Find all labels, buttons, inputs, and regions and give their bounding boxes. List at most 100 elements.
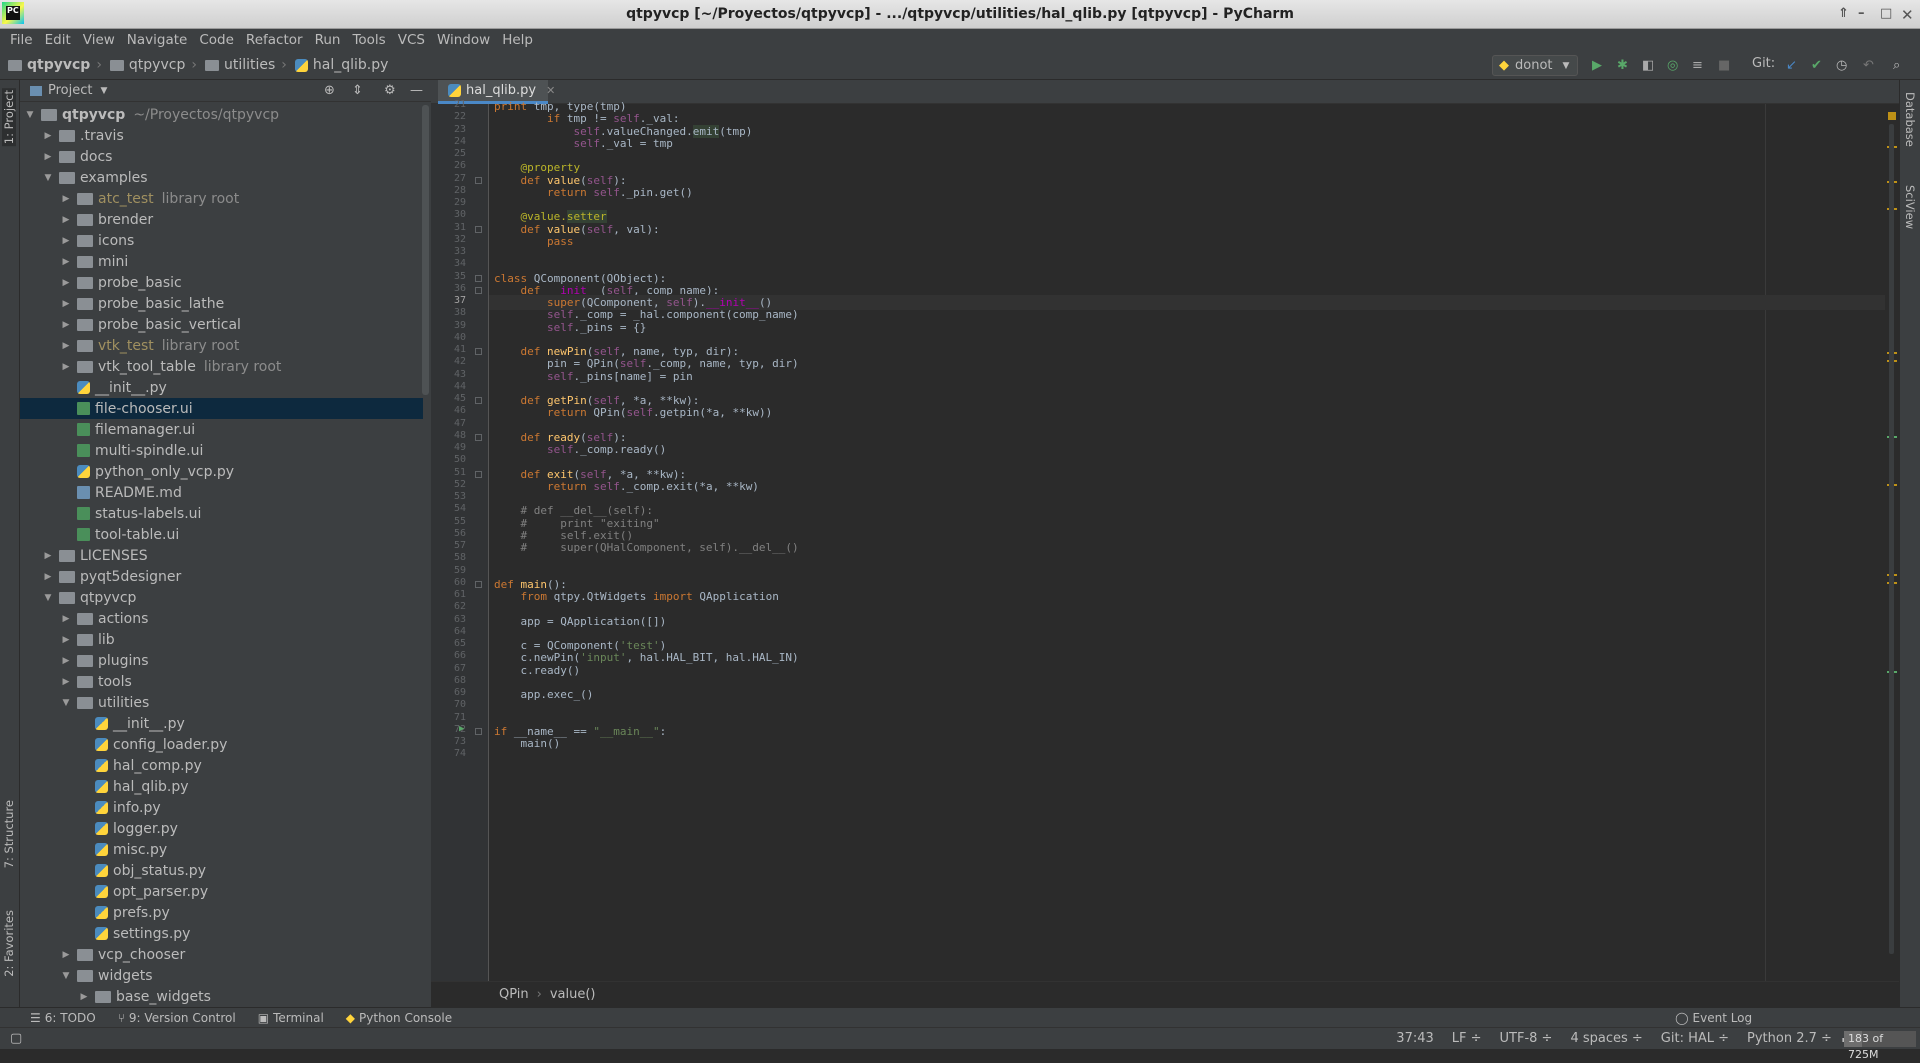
line-number[interactable]: 73 (431, 736, 466, 747)
line-number[interactable]: 42 (431, 356, 466, 367)
git-revert-icon[interactable]: ↶ (1863, 58, 1874, 73)
line-number[interactable]: 51 (431, 467, 466, 478)
git-commit-icon[interactable]: ✔ (1811, 58, 1822, 73)
memory-indicator[interactable]: 183 of 725M (1844, 1031, 1916, 1061)
debug-icon[interactable]: ✱ (1617, 58, 1628, 73)
line-number[interactable]: 26 (431, 160, 466, 171)
tab-favorites[interactable]: 2: Favorites (2, 910, 16, 977)
git-branch[interactable]: Git: HAL ÷ (1661, 1031, 1729, 1046)
line-separator[interactable]: LF ÷ (1452, 1031, 1482, 1046)
project-view-select[interactable]: Project (48, 83, 92, 98)
panel-toggle-icon[interactable]: ▢ (10, 1031, 22, 1046)
line-number[interactable]: 27 (431, 173, 466, 184)
breadcrumb-package[interactable]: qtpyvcp › (109, 57, 197, 73)
menu-navigate[interactable]: Navigate (121, 32, 194, 48)
tree-item[interactable]: logger.py (20, 818, 423, 839)
collapse-all-icon[interactable]: ⇕ (352, 83, 363, 98)
line-number[interactable]: 54 (431, 503, 466, 514)
line-number[interactable]: 55 (431, 516, 466, 527)
tree-item[interactable]: ▶ vcp_chooser (20, 944, 423, 965)
fold-marker-icon[interactable] (475, 274, 482, 282)
chevron-right-icon[interactable]: ▶ (60, 950, 72, 960)
line-number[interactable]: 69 (431, 687, 466, 698)
code-crumb-method[interactable]: value() (550, 987, 596, 1002)
python-interpreter[interactable]: Python 2.7 ÷ (1747, 1031, 1832, 1046)
line-number[interactable]: 45 (431, 393, 466, 404)
chevron-right-icon[interactable]: ▶ (60, 635, 72, 645)
tab-todo[interactable]: 6: TODO (45, 1011, 96, 1025)
tree-item[interactable]: ▶ base_widgets (20, 986, 423, 1007)
line-number[interactable]: 43 (431, 369, 466, 380)
chevron-right-icon[interactable]: ▶ (60, 194, 72, 204)
code-crumb-class[interactable]: QPin (499, 987, 529, 1002)
tab-event-log[interactable]: Event Log (1693, 1011, 1753, 1025)
line-number[interactable]: 25 (431, 148, 466, 159)
tree-item[interactable]: README.md (20, 482, 423, 503)
tree-item[interactable]: misc.py (20, 839, 423, 860)
code-line[interactable]: self._pins = {} (494, 320, 646, 335)
menu-edit[interactable]: Edit (39, 32, 77, 48)
chevron-right-icon[interactable]: ▶ (78, 992, 90, 1002)
tree-item[interactable]: ▶ vtk_tool_table library root (20, 356, 423, 377)
tree-item[interactable]: ▶ icons (20, 230, 423, 251)
code-line[interactable]: app = QApplication([]) (494, 614, 666, 629)
tree-item[interactable]: ▶ probe_basic (20, 272, 423, 293)
tree-item[interactable]: hal_qlib.py (20, 776, 423, 797)
tab-terminal[interactable]: Terminal (273, 1011, 324, 1025)
tree-item[interactable]: settings.py (20, 923, 423, 944)
line-number[interactable]: 62 (431, 601, 466, 612)
breadcrumb-project[interactable]: qtpyvcp › (8, 57, 102, 73)
chevron-right-icon[interactable]: ▶ (42, 152, 54, 162)
chevron-right-icon[interactable]: ▶ (60, 278, 72, 288)
line-number[interactable]: 65 (431, 638, 466, 649)
tree-item[interactable]: ▶ probe_basic_lathe (20, 293, 423, 314)
line-number[interactable]: 56 (431, 528, 466, 539)
gear-icon[interactable]: ⚙ (384, 83, 396, 98)
code-line[interactable]: self._pins[name] = pin (494, 369, 693, 384)
error-stripe[interactable] (1885, 104, 1899, 981)
locate-icon[interactable]: ⊕ (324, 83, 335, 98)
fold-marker-icon[interactable] (475, 348, 482, 355)
tree-item[interactable]: ▶ actions (20, 608, 423, 629)
tree-item[interactable]: ▶ vtk_test library root (20, 335, 423, 356)
chevron-right-icon[interactable]: ▶ (60, 677, 72, 687)
file-encoding[interactable]: UTF-8 ÷ (1500, 1031, 1553, 1046)
run-configuration-select[interactable]: ◆ donot ▼ (1492, 55, 1578, 76)
line-number[interactable]: 57 (431, 540, 466, 551)
run-gutter-icon[interactable]: ▶ (459, 724, 464, 734)
line-number[interactable]: 35 (431, 271, 466, 282)
profile-icon[interactable]: ◎ (1667, 58, 1678, 73)
chevron-right-icon[interactable]: ▶ (60, 614, 72, 624)
code-line[interactable]: from qtpy.QtWidgets import QApplication (494, 589, 779, 604)
tree-item[interactable]: prefs.py (20, 902, 423, 923)
tree-item[interactable]: hal_comp.py (20, 755, 423, 776)
chevron-right-icon[interactable]: ▶ (42, 131, 54, 141)
menu-refactor[interactable]: Refactor (240, 32, 309, 48)
line-number[interactable]: 52 (431, 479, 466, 490)
chevron-down-icon[interactable]: ▼ (100, 86, 107, 96)
maximize-icon[interactable]: □ (1880, 6, 1892, 21)
tree-item[interactable]: ▶ probe_basic_vertical (20, 314, 423, 335)
search-everywhere-icon[interactable]: ⌕ (1893, 58, 1900, 73)
coverage-icon[interactable]: ◧ (1642, 58, 1654, 73)
chevron-right-icon[interactable]: ▶ (60, 299, 72, 309)
tree-item[interactable]: __init__.py (20, 713, 423, 734)
line-number[interactable]: 66 (431, 650, 466, 661)
line-number[interactable]: 38 (431, 307, 466, 318)
code-line[interactable]: main() (494, 736, 560, 751)
chevron-right-icon[interactable]: ▶ (60, 362, 72, 372)
window-up-icon[interactable]: ⇑ (1838, 6, 1849, 21)
line-number[interactable]: 68 (431, 675, 466, 686)
line-number[interactable]: 24 (431, 136, 466, 147)
line-number[interactable]: 59 (431, 565, 466, 576)
chevron-right-icon[interactable]: ▶ (60, 215, 72, 225)
fold-marker-icon[interactable] (475, 176, 482, 184)
menu-vcs[interactable]: VCS (392, 32, 431, 48)
line-number[interactable]: 34 (431, 258, 466, 269)
line-number[interactable]: 21 (431, 99, 466, 110)
code-line[interactable]: c.ready() (494, 663, 580, 678)
chevron-right-icon[interactable]: ▶ (42, 551, 54, 561)
tree-item[interactable]: ▶ plugins (20, 650, 423, 671)
git-history-icon[interactable]: ◷ (1836, 58, 1847, 73)
line-number[interactable]: 74 (431, 748, 466, 759)
